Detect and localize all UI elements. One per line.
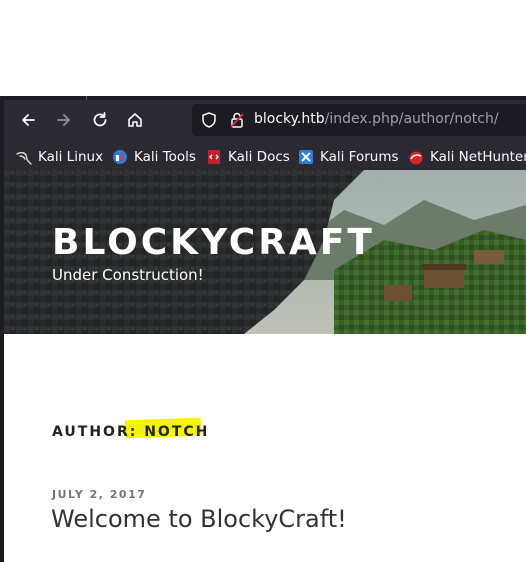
url-host: blocky.htb — [254, 111, 325, 127]
insecure-lock-icon[interactable] — [228, 111, 246, 129]
site-title[interactable]: BLOCKYCRAFT — [52, 222, 375, 263]
web-page: BLOCKYCRAFT Under Construction! AUTHOR: … — [4, 170, 526, 562]
url-bar[interactable]: blocky.htb/index.php/author/notch/ — [192, 104, 526, 136]
arrow-left-icon — [22, 114, 35, 126]
bookmark-kali-tools[interactable]: Kali Tools — [112, 148, 196, 166]
kali-nethunter-icon — [409, 151, 423, 165]
url-path: /index.php/author/notch/ — [324, 111, 499, 127]
browser-toolbar: blocky.htb/index.php/author/notch/ — [4, 96, 526, 144]
kali-tools-icon — [113, 150, 127, 164]
kali-dragon-icon — [16, 151, 32, 165]
bookmark-label: Kali Docs — [228, 149, 290, 165]
back-button[interactable] — [16, 108, 40, 132]
bookmark-label: Kali Linux — [38, 149, 104, 165]
screen-top-area — [0, 0, 526, 96]
forward-button[interactable] — [52, 108, 76, 132]
kali-forums-icon — [299, 150, 313, 164]
reload-button[interactable] — [88, 108, 112, 132]
bookmark-label: Kali NetHunter — [430, 149, 526, 165]
archive-heading: AUTHOR: NOTCH — [52, 424, 209, 440]
site-description: Under Construction! — [52, 266, 204, 284]
bookmark-kali-nethunter[interactable]: Kali NetHunter — [408, 148, 526, 166]
header-image: BLOCKYCRAFT Under Construction! — [4, 170, 526, 334]
shield-icon[interactable] — [200, 111, 218, 129]
post-date[interactable]: JULY 2, 2017 — [52, 488, 146, 501]
bookmark-kali-docs[interactable]: Kali Docs — [206, 148, 290, 166]
bookmarks-toolbar: Kali Linux Kali Tools Kali Docs Kali For… — [4, 144, 526, 170]
bookmark-label: Kali Forums — [320, 149, 399, 165]
bookmark-kali-forums[interactable]: Kali Forums — [298, 148, 399, 166]
bookmark-label: Kali Tools — [134, 149, 196, 165]
home-button[interactable] — [123, 108, 147, 132]
bookmark-kali-linux[interactable]: Kali Linux — [16, 148, 103, 166]
archive-heading-name: NOTCH — [144, 424, 210, 440]
home-icon — [128, 113, 142, 127]
tab-strip — [4, 96, 526, 100]
post-title[interactable]: Welcome to BlockyCraft! — [51, 505, 347, 533]
browser-window: blocky.htb/index.php/author/notch/ Kali … — [0, 96, 526, 562]
kali-docs-icon — [208, 150, 220, 164]
arrow-right-icon — [57, 114, 70, 126]
url-text[interactable]: blocky.htb/index.php/author/notch/ — [254, 111, 499, 127]
archive-heading-prefix: AUTHOR: — [52, 424, 138, 440]
reload-icon — [93, 112, 107, 127]
tab-separator — [86, 96, 87, 100]
